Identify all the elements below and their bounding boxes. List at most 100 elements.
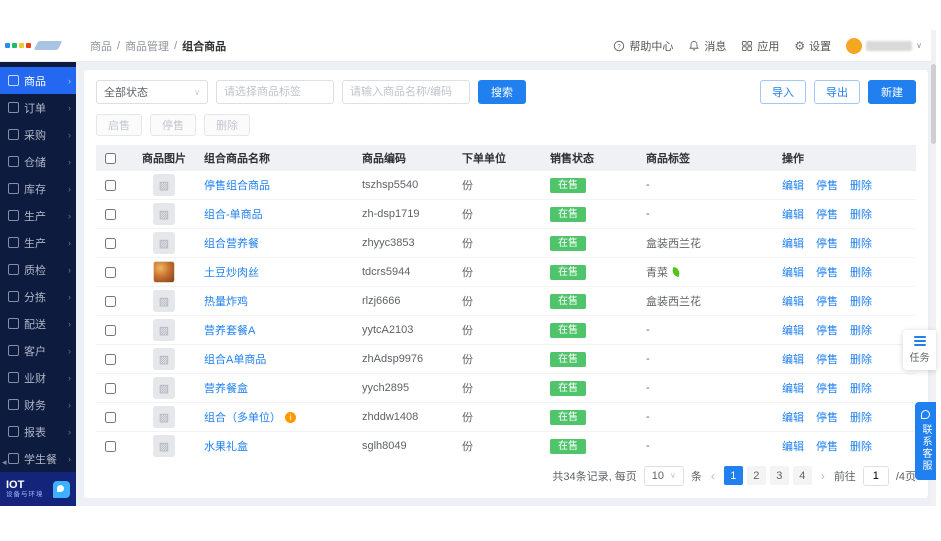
- chevron-down-icon: ∨: [194, 88, 200, 97]
- import-button[interactable]: 导入: [760, 80, 806, 104]
- settings-button[interactable]: ⚙ 设置: [794, 38, 831, 54]
- row-action-edit[interactable]: 编辑: [782, 322, 804, 338]
- row-action-edit[interactable]: 编辑: [782, 177, 804, 193]
- sidebar-item-客户[interactable]: 客户 ›: [0, 337, 76, 364]
- sidebar-item-库存[interactable]: 库存 ›: [0, 175, 76, 202]
- sidebar-item-业财[interactable]: 业财 ›: [0, 364, 76, 391]
- product-name-link[interactable]: 营养餐盒: [204, 380, 248, 396]
- row-action-delete[interactable]: 删除: [850, 409, 872, 425]
- name-filter-input[interactable]: [342, 80, 470, 104]
- product-name-link[interactable]: 停售组合商品: [204, 177, 270, 193]
- page-button-3[interactable]: 3: [770, 466, 789, 485]
- goto-page-input[interactable]: [863, 466, 889, 486]
- row-checkbox[interactable]: [105, 238, 116, 249]
- sidebar-item-学生餐[interactable]: 学生餐 ›: [0, 445, 76, 472]
- row-checkbox[interactable]: [105, 412, 116, 423]
- search-button[interactable]: 搜索: [478, 80, 526, 104]
- row-action-stop-sale[interactable]: 停售: [816, 177, 838, 193]
- row-action-edit[interactable]: 编辑: [782, 351, 804, 367]
- sidebar-item-分拣[interactable]: 分拣 ›: [0, 283, 76, 310]
- row-checkbox[interactable]: [105, 441, 116, 452]
- row-checkbox[interactable]: [105, 354, 116, 365]
- row-action-edit[interactable]: 编辑: [782, 438, 804, 454]
- row-action-delete[interactable]: 删除: [850, 235, 872, 251]
- page-button-4[interactable]: 4: [793, 466, 812, 485]
- export-button[interactable]: 导出: [814, 80, 860, 104]
- row-action-delete[interactable]: 删除: [850, 264, 872, 280]
- bulk-enable-button[interactable]: 启售: [96, 114, 142, 136]
- sidebar-item-生产[interactable]: 生产 ›: [0, 229, 76, 256]
- row-action-stop-sale[interactable]: 停售: [816, 438, 838, 454]
- product-name-link[interactable]: 组合（多单位）: [204, 409, 281, 425]
- product-name-link[interactable]: 组合-单商品: [204, 206, 263, 222]
- sidebar-item-采购[interactable]: 采购 ›: [0, 121, 76, 148]
- apps-button[interactable]: 应用: [741, 38, 779, 54]
- row-action-delete[interactable]: 删除: [850, 322, 872, 338]
- breadcrumb-item[interactable]: 商品: [90, 38, 112, 54]
- scrollbar-thumb[interactable]: [931, 64, 936, 144]
- tag-filter-input[interactable]: [216, 80, 334, 104]
- sidebar-collapse-icon[interactable]: ◂: [2, 457, 7, 468]
- bulk-delete-button[interactable]: 删除: [204, 114, 250, 136]
- contact-service-button[interactable]: 联系客服: [915, 402, 936, 480]
- sidebar-item-质检[interactable]: 质检 ›: [0, 256, 76, 283]
- select-all-checkbox[interactable]: [105, 153, 116, 164]
- row-checkbox[interactable]: [105, 383, 116, 394]
- row-action-delete[interactable]: 删除: [850, 438, 872, 454]
- row-checkbox[interactable]: [105, 209, 116, 220]
- sidebar-item-财务[interactable]: 财务 ›: [0, 391, 76, 418]
- page-button-2[interactable]: 2: [747, 466, 766, 485]
- breadcrumb-item[interactable]: 商品管理: [125, 38, 169, 54]
- sidebar-item-订单[interactable]: 订单 ›: [0, 94, 76, 121]
- product-name-link[interactable]: 热量炸鸡: [204, 293, 248, 309]
- row-checkbox[interactable]: [105, 267, 116, 278]
- product-name-link[interactable]: 土豆炒肉丝: [204, 264, 259, 280]
- row-action-stop-sale[interactable]: 停售: [816, 380, 838, 396]
- page-button-1[interactable]: 1: [724, 466, 743, 485]
- sidebar-item-仓储[interactable]: 仓储 ›: [0, 148, 76, 175]
- messages-button[interactable]: 消息: [688, 38, 726, 54]
- row-action-edit[interactable]: 编辑: [782, 293, 804, 309]
- prev-page-icon[interactable]: ‹: [709, 469, 717, 483]
- sidebar-item-配送[interactable]: 配送 ›: [0, 310, 76, 337]
- row-action-stop-sale[interactable]: 停售: [816, 351, 838, 367]
- row-action-edit[interactable]: 编辑: [782, 409, 804, 425]
- sidebar-item-生产[interactable]: 生产 ›: [0, 202, 76, 229]
- user-menu[interactable]: ∨: [846, 38, 922, 54]
- row-action-edit[interactable]: 编辑: [782, 206, 804, 222]
- help-center-button[interactable]: ? 帮助中心: [613, 38, 673, 54]
- row-action-delete[interactable]: 删除: [850, 177, 872, 193]
- row-action-stop-sale[interactable]: 停售: [816, 409, 838, 425]
- page-size-select[interactable]: 10 ∨: [644, 466, 684, 486]
- row-checkbox[interactable]: [105, 325, 116, 336]
- row-action-stop-sale[interactable]: 停售: [816, 264, 838, 280]
- row-action-delete[interactable]: 删除: [850, 380, 872, 396]
- product-name-link[interactable]: 组合营养餐: [204, 235, 259, 251]
- task-floating-button[interactable]: 任务: [903, 330, 936, 370]
- sidebar-item-商品[interactable]: 商品 ›: [0, 67, 76, 94]
- product-name-link[interactable]: 营养套餐A: [204, 322, 255, 338]
- row-action-edit[interactable]: 编辑: [782, 380, 804, 396]
- row-action-stop-sale[interactable]: 停售: [816, 206, 838, 222]
- create-button[interactable]: 新建: [868, 80, 916, 104]
- row-action-delete[interactable]: 删除: [850, 351, 872, 367]
- status-select[interactable]: 全部状态 ∨: [96, 80, 208, 104]
- sidebar-item-报表[interactable]: 报表 ›: [0, 418, 76, 445]
- table-row: ▨ 组合营养餐 zhyyc3853 份 在售 盒装西兰花 编辑停售删除: [96, 229, 916, 258]
- product-image: ▨: [153, 290, 175, 312]
- row-checkbox[interactable]: [105, 180, 116, 191]
- next-page-icon[interactable]: ›: [819, 469, 827, 483]
- product-name-link[interactable]: 组合A单商品: [204, 351, 266, 367]
- row-action-delete[interactable]: 删除: [850, 206, 872, 222]
- row-action-stop-sale[interactable]: 停售: [816, 322, 838, 338]
- row-action-stop-sale[interactable]: 停售: [816, 235, 838, 251]
- table-row: ▨ 水果礼盒 sglh8049 份 在售 - 编辑停售删除: [96, 432, 916, 458]
- row-checkbox[interactable]: [105, 296, 116, 307]
- row-action-edit[interactable]: 编辑: [782, 235, 804, 251]
- product-name-link[interactable]: 水果礼盒: [204, 438, 248, 454]
- row-action-edit[interactable]: 编辑: [782, 264, 804, 280]
- row-action-stop-sale[interactable]: 停售: [816, 293, 838, 309]
- bulk-disable-button[interactable]: 停售: [150, 114, 196, 136]
- header-sale-status: 销售状态: [550, 150, 646, 166]
- row-action-delete[interactable]: 删除: [850, 293, 872, 309]
